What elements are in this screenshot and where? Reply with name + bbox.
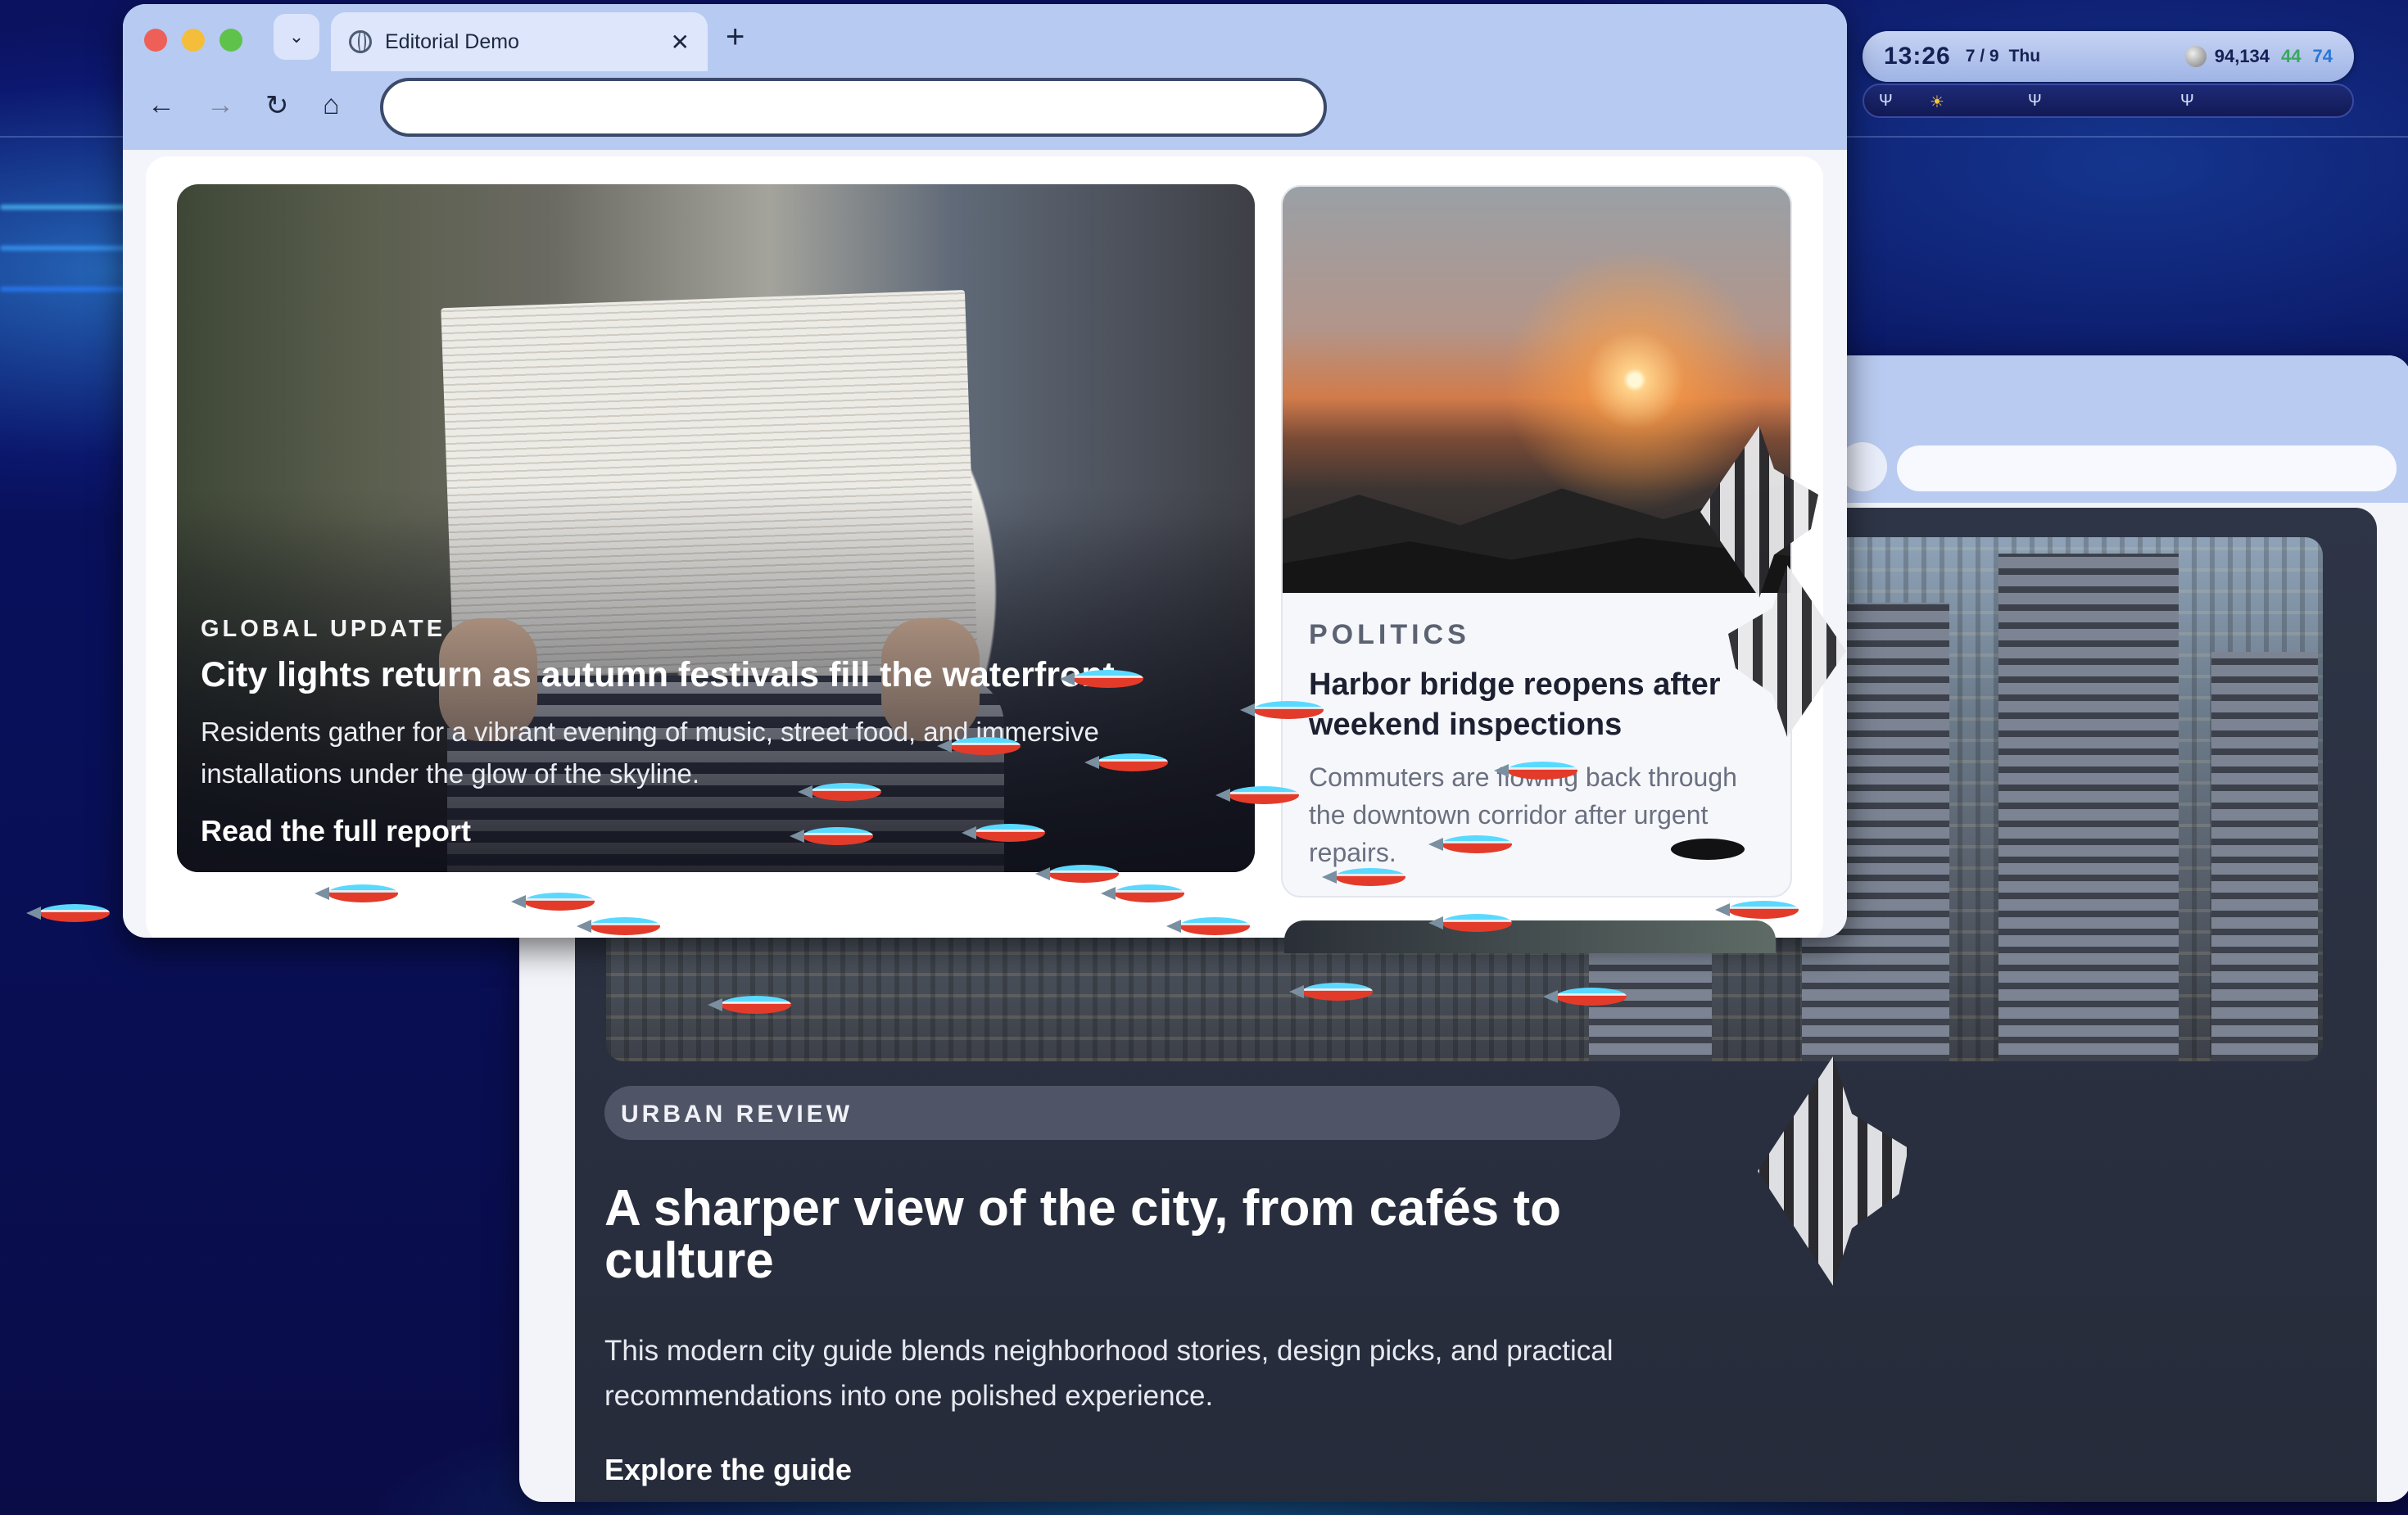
fork-icon: Ψ bbox=[2028, 92, 2042, 110]
globe-icon bbox=[349, 30, 372, 53]
urban-review-badge: URBAN REVIEW bbox=[604, 1086, 1620, 1140]
clock-time: 13:26 bbox=[1884, 43, 1951, 70]
hero-title[interactable]: City lights return as autumn festivals f… bbox=[201, 655, 1118, 695]
stat-blue: 74 bbox=[2312, 46, 2333, 66]
tab-editorial-demo[interactable]: Editorial Demo ✕ bbox=[331, 12, 708, 71]
politics-title[interactable]: Harbor bridge reopens after weekend insp… bbox=[1309, 665, 1768, 745]
politics-description: Commuters are flowing back through the d… bbox=[1309, 762, 1737, 867]
sun-icon: ☀ bbox=[1930, 93, 1944, 111]
plus-icon[interactable]: + bbox=[726, 19, 745, 56]
next-story-card-peek bbox=[1284, 920, 1776, 953]
zoom-window-button[interactable] bbox=[220, 29, 242, 52]
forward-arrow-icon[interactable]: → bbox=[206, 89, 234, 121]
clock-date: 7 / 9 bbox=[1965, 47, 1999, 66]
urban-review-title: A sharper view of the city, from cafés t… bbox=[604, 1180, 1561, 1289]
home-icon[interactable]: ⌂ bbox=[323, 89, 340, 121]
close-icon[interactable]: ✕ bbox=[671, 29, 690, 56]
background-address-bar[interactable] bbox=[1897, 445, 2397, 491]
stat-green: 44 bbox=[2281, 46, 2302, 66]
stat-count: 94,134 bbox=[2214, 46, 2270, 66]
fork-icon: Ψ bbox=[1879, 92, 1893, 110]
read-full-report-link[interactable]: Read the full report bbox=[201, 814, 471, 848]
sunset-mountain-image bbox=[1283, 187, 1790, 593]
wallpaper-streak bbox=[0, 287, 131, 292]
tab-title: Editorial Demo bbox=[385, 29, 519, 53]
close-window-button[interactable] bbox=[144, 29, 167, 52]
hero-kicker: GLOBAL UPDATE bbox=[201, 616, 446, 642]
clock-weekday: Thu bbox=[2008, 47, 2041, 66]
fork-icon: Ψ bbox=[2180, 92, 2194, 110]
address-bar[interactable] bbox=[380, 78, 1327, 137]
tab-menu-button[interactable]: ⌄ bbox=[274, 14, 319, 60]
hero-description: Residents gather for a vibrant evening o… bbox=[201, 717, 1099, 789]
moon-icon bbox=[2184, 46, 2207, 67]
back-arrow-icon[interactable]: ← bbox=[147, 89, 175, 121]
building bbox=[1998, 554, 2179, 1061]
chevron-down-icon: ⌄ bbox=[288, 26, 305, 47]
status-widget-timeline: Ψ ☀ Ψ Ψ bbox=[1863, 84, 2354, 118]
explore-guide-link[interactable]: Explore the guide bbox=[604, 1453, 852, 1487]
status-widget: 13:26 7 / 9 Thu 94,134 44 74 bbox=[1863, 31, 2354, 82]
building bbox=[2211, 652, 2318, 1061]
minimize-window-button[interactable] bbox=[182, 29, 205, 52]
politics-kicker: POLITICS bbox=[1309, 619, 1470, 650]
urban-review-description: This modern city guide blends neighborho… bbox=[604, 1335, 1614, 1412]
reload-icon[interactable]: ↻ bbox=[265, 89, 289, 122]
